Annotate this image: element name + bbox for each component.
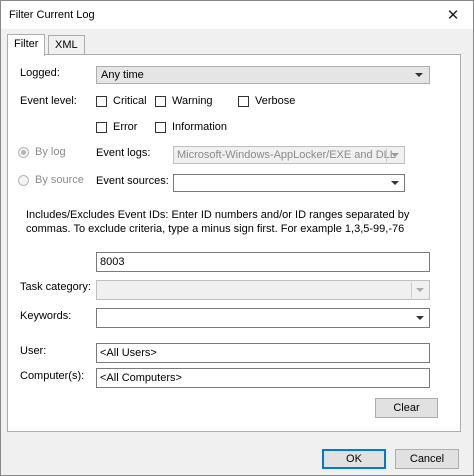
checkbox-warning[interactable]: Warning xyxy=(155,95,213,107)
logged-dropdown[interactable]: Any time xyxy=(96,66,430,84)
keywords-dropdown[interactable] xyxy=(96,308,430,328)
checkbox-information[interactable]: Information xyxy=(155,121,227,133)
task-category-label: Task category: xyxy=(20,281,91,293)
radio-by-source-label: By source xyxy=(35,174,84,186)
checkbox-verbose-box[interactable] xyxy=(238,95,249,107)
user-label: User: xyxy=(20,345,47,357)
radio-by-log-circle[interactable] xyxy=(18,146,29,158)
event-ids-value: 8003 xyxy=(100,256,125,268)
task-category-dropdown[interactable] xyxy=(96,280,430,300)
chevron-down-icon xyxy=(412,68,426,82)
chevron-down-icon xyxy=(411,282,428,298)
clear-button[interactable]: Clear xyxy=(375,398,438,418)
checkbox-error-label: Error xyxy=(113,121,138,133)
cancel-button[interactable]: Cancel xyxy=(395,449,459,469)
checkbox-warning-label: Warning xyxy=(172,95,213,107)
filter-panel: Logged: Any time Event level: Critical W… xyxy=(7,54,461,432)
radio-by-source-circle[interactable] xyxy=(18,174,29,186)
event-sources-dropdown[interactable] xyxy=(173,174,405,192)
keywords-label: Keywords: xyxy=(20,310,72,322)
window-title: Filter Current Log xyxy=(9,9,95,21)
checkbox-warning-box[interactable] xyxy=(155,95,166,107)
radio-by-log[interactable]: By log xyxy=(18,146,66,158)
computer-value: <All Computers> xyxy=(100,372,182,384)
computer-label: Computer(s): xyxy=(20,370,85,382)
checkbox-verbose[interactable]: Verbose xyxy=(238,95,295,107)
checkbox-verbose-label: Verbose xyxy=(255,95,296,107)
tab-filter-label: Filter xyxy=(14,38,39,50)
radio-by-log-label: By log xyxy=(35,146,66,158)
tab-xml-label: XML xyxy=(55,39,78,51)
event-logs-dropdown[interactable]: Microsoft-Windows-AppLocker/EXE and DLL xyxy=(173,146,405,164)
event-ids-input[interactable]: 8003 xyxy=(96,252,430,272)
checkbox-error[interactable]: Error xyxy=(96,121,137,133)
chevron-down-icon xyxy=(412,310,428,326)
checkbox-critical[interactable]: Critical xyxy=(96,95,147,107)
computer-input[interactable]: <All Computers> xyxy=(96,368,430,388)
checkbox-critical-label: Critical xyxy=(113,95,147,107)
event-logs-label: Event logs: xyxy=(96,147,151,159)
tab-filter[interactable]: Filter xyxy=(7,34,46,56)
close-icon[interactable]: ✕ xyxy=(433,1,473,29)
checkbox-information-label: Information xyxy=(172,121,228,133)
checkbox-information-box[interactable] xyxy=(155,121,166,133)
chevron-down-icon xyxy=(386,148,403,162)
tab-xml[interactable]: XML xyxy=(48,35,85,55)
logged-value: Any time xyxy=(101,69,144,81)
checkbox-critical-box[interactable] xyxy=(96,95,107,107)
radio-by-source[interactable]: By source xyxy=(18,174,84,186)
chevron-down-icon xyxy=(387,176,403,190)
ok-button[interactable]: OK xyxy=(322,449,386,469)
user-input[interactable]: <All Users> xyxy=(96,343,430,363)
event-sources-label: Event sources: xyxy=(96,175,169,187)
checkbox-error-box[interactable] xyxy=(96,121,107,133)
title-bar: Filter Current Log ✕ xyxy=(1,1,473,29)
logged-label: Logged: xyxy=(20,67,60,79)
user-value: <All Users> xyxy=(100,347,157,359)
event-level-label: Event level: xyxy=(20,95,77,107)
filter-dialog: Filter Current Log ✕ Filter XML Logged: … xyxy=(0,0,474,476)
event-logs-value: Microsoft-Windows-AppLocker/EXE and DLL xyxy=(177,149,396,161)
event-ids-help-text: Includes/Excludes Event IDs: Enter ID nu… xyxy=(26,209,410,235)
